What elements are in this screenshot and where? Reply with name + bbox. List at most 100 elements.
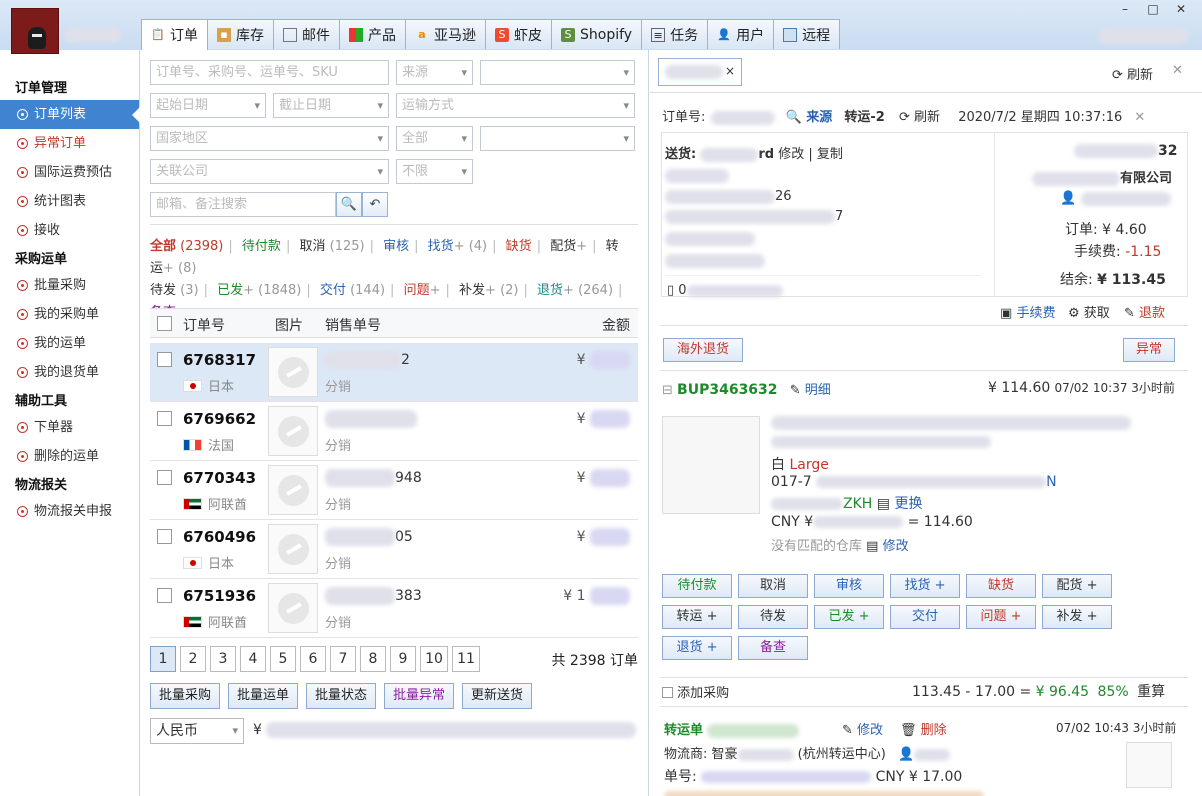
status-action-button[interactable]: 找货 + [890, 574, 960, 598]
edit-address-link[interactable]: 修改 [778, 147, 804, 162]
order-search-input[interactable]: 订单号、采购号、运单号、SKU [150, 60, 389, 85]
table-row[interactable]: 6760496 日本 05 分销 ¥ [150, 520, 638, 579]
status-detail-select[interactable] [480, 126, 635, 151]
end-date-input[interactable]: 截止日期 [273, 93, 389, 118]
bulk-status-button[interactable]: 批量状态 [306, 683, 376, 709]
page-button[interactable]: 3 [210, 646, 236, 672]
limit-select[interactable]: 不限 [396, 159, 473, 184]
bulk-purchase-button[interactable]: 批量采购 [150, 683, 220, 709]
filter-find[interactable]: 找货+ (4) [428, 239, 487, 254]
close-panel-icon[interactable]: ✕ [1172, 63, 1183, 78]
sidebar-item-order-list[interactable]: 订单列表 [0, 100, 140, 129]
filter-reship[interactable]: 补发+ (2) [459, 283, 518, 298]
table-row[interactable]: 6770343 阿联酋 948 分销 ¥ [150, 461, 638, 520]
filter-short[interactable]: 缺货 [506, 239, 532, 254]
page-button[interactable]: 2 [180, 646, 206, 672]
sidebar-item-receive[interactable]: 接收 [0, 216, 139, 245]
status-select[interactable]: 全部 [396, 126, 473, 151]
product-image[interactable] [268, 406, 318, 456]
sidebar-item-deleted-shipments[interactable]: 删除的运单 [0, 442, 139, 471]
filter-problem[interactable]: 问题+ [404, 283, 441, 298]
col-sale-no[interactable]: 销售单号 [325, 315, 381, 335]
detail-link[interactable]: ✎ 明细 [790, 383, 831, 398]
order-number[interactable]: 6770343 [183, 469, 256, 487]
status-action-button[interactable]: 备查 [738, 636, 808, 660]
overseas-return-button[interactable]: 海外退货 [663, 338, 743, 362]
table-row[interactable]: 6768317 日本 2 分销 ¥ [150, 343, 638, 402]
status-action-button[interactable]: 补发 + [1042, 605, 1112, 629]
source-detail-select[interactable] [480, 60, 635, 85]
shipping-method-select[interactable]: 运输方式 [396, 93, 635, 118]
status-action-button[interactable]: 待付款 [662, 574, 732, 598]
order-number[interactable]: 6751936 [183, 587, 256, 605]
order-number[interactable]: 6769662 [183, 410, 256, 428]
refresh-link-top[interactable]: ⟳ 刷新 [1112, 64, 1153, 83]
refresh-link[interactable]: ⟳ 刷新 [899, 110, 940, 125]
status-action-button[interactable]: 审核 [814, 574, 884, 598]
sale-number[interactable]: 948 [325, 469, 422, 487]
country-select[interactable]: 国家地区 [150, 126, 389, 151]
table-row[interactable]: 6769662 法国 分销 ¥ [150, 402, 638, 461]
page-button[interactable]: 7 [330, 646, 356, 672]
maximize-icon[interactable]: □ [1142, 2, 1164, 18]
filter-review[interactable]: 审核 [383, 239, 409, 254]
filter-wait-ship[interactable]: 待发 (3) [150, 283, 199, 298]
collapse-icon[interactable]: ⊟ [662, 383, 673, 398]
page-button[interactable]: 1 [150, 646, 176, 672]
page-button[interactable]: 5 [270, 646, 296, 672]
filter-delivered[interactable]: 交付 (144) [320, 283, 385, 298]
sale-number[interactable]: 2 [325, 351, 410, 369]
page-button[interactable]: 10 [420, 646, 448, 672]
sale-number[interactable] [325, 410, 417, 428]
sale-number[interactable]: 05 [325, 528, 413, 546]
add-purchase-checkbox[interactable]: 添加采购 [662, 682, 729, 701]
bulk-exception-button[interactable]: 批量异常 [384, 683, 454, 709]
edit-warehouse-link[interactable]: ▤ 修改 [866, 539, 908, 554]
refund-link[interactable]: ✎ 退款 [1124, 302, 1165, 321]
sidebar-item-abnormal-orders[interactable]: 异常订单 [0, 129, 139, 158]
minimize-icon[interactable]: – [1114, 2, 1136, 18]
undo-icon[interactable]: ↶ [362, 192, 388, 217]
fee-link[interactable]: ▣ 手续费 [1000, 302, 1055, 321]
row-checkbox[interactable] [157, 470, 172, 485]
tab-tasks[interactable]: ≡ 任务 [641, 19, 709, 49]
copy-address-link[interactable]: 复制 [817, 147, 843, 162]
filter-cancel[interactable]: 取消 (125) [299, 239, 364, 254]
page-button[interactable]: 6 [300, 646, 326, 672]
email-note-search-input[interactable]: 邮箱、备注搜索 [150, 192, 336, 217]
row-checkbox[interactable] [157, 411, 172, 426]
product-image[interactable] [268, 524, 318, 574]
close-icon[interactable]: ✕ [1134, 110, 1145, 125]
update-delivery-button[interactable]: 更新送货 [462, 683, 532, 709]
source-select[interactable]: 来源 [396, 60, 473, 85]
status-action-button[interactable]: 已发 + [814, 605, 884, 629]
filter-pending-pay[interactable]: 待付款 [242, 239, 281, 254]
edit-shipment-link[interactable]: ✎ 修改 [842, 719, 883, 738]
sale-number[interactable]: 383 [325, 587, 422, 605]
search-icon[interactable]: 🔍 [336, 192, 362, 217]
tab-shopee[interactable]: S 虾皮 [485, 19, 552, 49]
product-image[interactable] [268, 465, 318, 515]
status-action-button[interactable]: 缺货 [966, 574, 1036, 598]
status-action-button[interactable]: 问题 + [966, 605, 1036, 629]
detail-tab[interactable]: × [658, 58, 742, 86]
abnormal-button[interactable]: 异常 [1123, 338, 1175, 362]
tab-mail[interactable]: 邮件 [273, 19, 340, 49]
filter-shipped[interactable]: 已发+ (1848) [217, 283, 301, 298]
sidebar-item-my-returns[interactable]: 我的退货单 [0, 358, 139, 387]
col-order-no[interactable]: 订单号 [183, 315, 225, 335]
status-action-button[interactable]: 转运 + [662, 605, 732, 629]
sidebar-item-my-purchases[interactable]: 我的采购单 [0, 300, 139, 329]
product-image[interactable] [268, 583, 318, 633]
status-action-button[interactable]: 配货 + [1042, 574, 1112, 598]
company-select[interactable]: 关联公司 [150, 159, 389, 184]
sidebar-item-order-tool[interactable]: 下单器 [0, 413, 139, 442]
reweigh-link[interactable]: 重算 [1137, 684, 1165, 700]
status-action-button[interactable]: 取消 [738, 574, 808, 598]
page-button[interactable]: 11 [452, 646, 480, 672]
currency-select[interactable]: 人民币 [150, 718, 244, 744]
close-icon[interactable]: ✕ [1170, 2, 1192, 18]
shipment-label-thumbnail[interactable] [1126, 742, 1172, 788]
page-button[interactable]: 9 [390, 646, 416, 672]
tab-users[interactable]: 👤 用户 [707, 19, 775, 49]
